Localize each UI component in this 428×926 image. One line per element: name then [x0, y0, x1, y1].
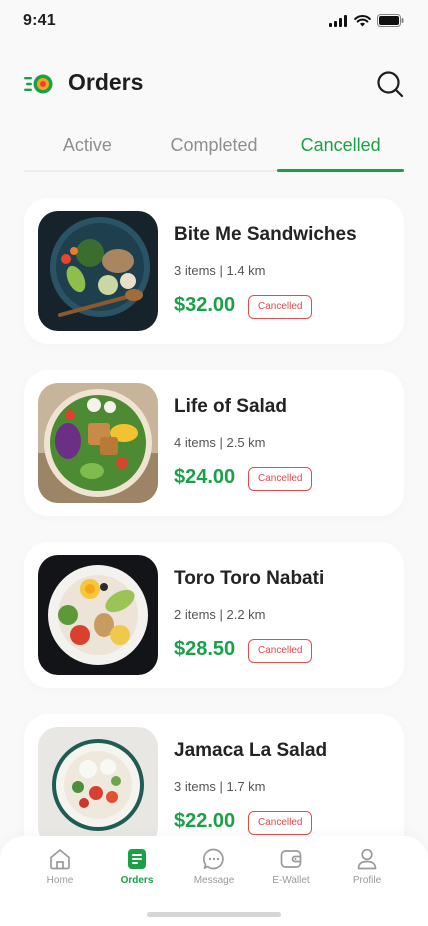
nav-label: Profile [352, 875, 382, 886]
nav-home[interactable]: Home [22, 848, 98, 886]
status-badge: Cancelled [248, 295, 313, 319]
tab-active[interactable]: Active [24, 126, 151, 170]
page-title: Orders [68, 69, 144, 95]
food-image [38, 555, 158, 675]
status-icons [329, 14, 404, 27]
order-card[interactable]: Life of Salad 4 items | 2.5 km $24.00 Ca… [24, 370, 404, 516]
order-card[interactable]: Bite Me Sandwiches 3 items | 1.4 km $32.… [24, 198, 404, 344]
nav-profile[interactable]: Profile [329, 848, 405, 886]
order-meta: 4 items | 2.5 km [174, 435, 266, 450]
status-badge: Cancelled [248, 467, 313, 491]
home-indicator [147, 912, 281, 917]
nav-orders[interactable]: Orders [99, 848, 175, 886]
order-price: $28.50 [174, 638, 236, 660]
order-price: $24.00 [174, 466, 236, 488]
restaurant-name: Jamaca La Salad [174, 740, 328, 761]
restaurant-name: Bite Me Sandwiches [174, 224, 357, 245]
app-header: Orders [0, 62, 428, 106]
wifi-icon [354, 14, 371, 26]
nav-label: Orders [120, 875, 154, 886]
tab-completed[interactable]: Completed [151, 126, 278, 170]
search-icon[interactable] [376, 70, 404, 98]
food-image [38, 727, 158, 847]
orders-icon [128, 849, 146, 869]
order-card[interactable]: Toro Toro Nabati 2 items | 2.2 km $28.50… [24, 542, 404, 688]
order-status-tabs: Active Completed Cancelled [24, 126, 404, 172]
home-icon [50, 849, 70, 870]
status-badge: Cancelled [248, 639, 313, 663]
food-image [38, 383, 158, 503]
order-list: Bite Me Sandwiches 3 items | 1.4 km $32.… [24, 198, 404, 886]
nav-message[interactable]: Message [176, 848, 252, 886]
tab-cancelled[interactable]: Cancelled [277, 126, 404, 172]
nav-label: E-Wallet [272, 875, 310, 886]
battery-icon [377, 14, 404, 27]
order-price: $32.00 [174, 294, 236, 316]
order-price: $22.00 [174, 810, 236, 832]
food-image [38, 211, 158, 331]
wallet-icon [280, 850, 302, 868]
order-meta: 3 items | 1.4 km [174, 263, 266, 278]
nav-label: Message [193, 875, 235, 886]
status-badge: Cancelled [248, 811, 313, 835]
food-delivery-logo [24, 74, 53, 94]
status-bar: 9:41 [0, 0, 428, 44]
profile-icon [357, 848, 377, 870]
restaurant-name: Life of Salad [174, 396, 287, 417]
signal-icon [329, 14, 347, 27]
order-meta: 2 items | 2.2 km [174, 607, 266, 622]
nav-label: Home [46, 875, 74, 886]
status-time: 9:41 [23, 12, 56, 29]
order-meta: 3 items | 1.7 km [174, 779, 266, 794]
nav-ewallet[interactable]: E-Wallet [253, 848, 329, 886]
restaurant-name: Toro Toro Nabati [174, 568, 325, 589]
message-icon [203, 848, 224, 870]
